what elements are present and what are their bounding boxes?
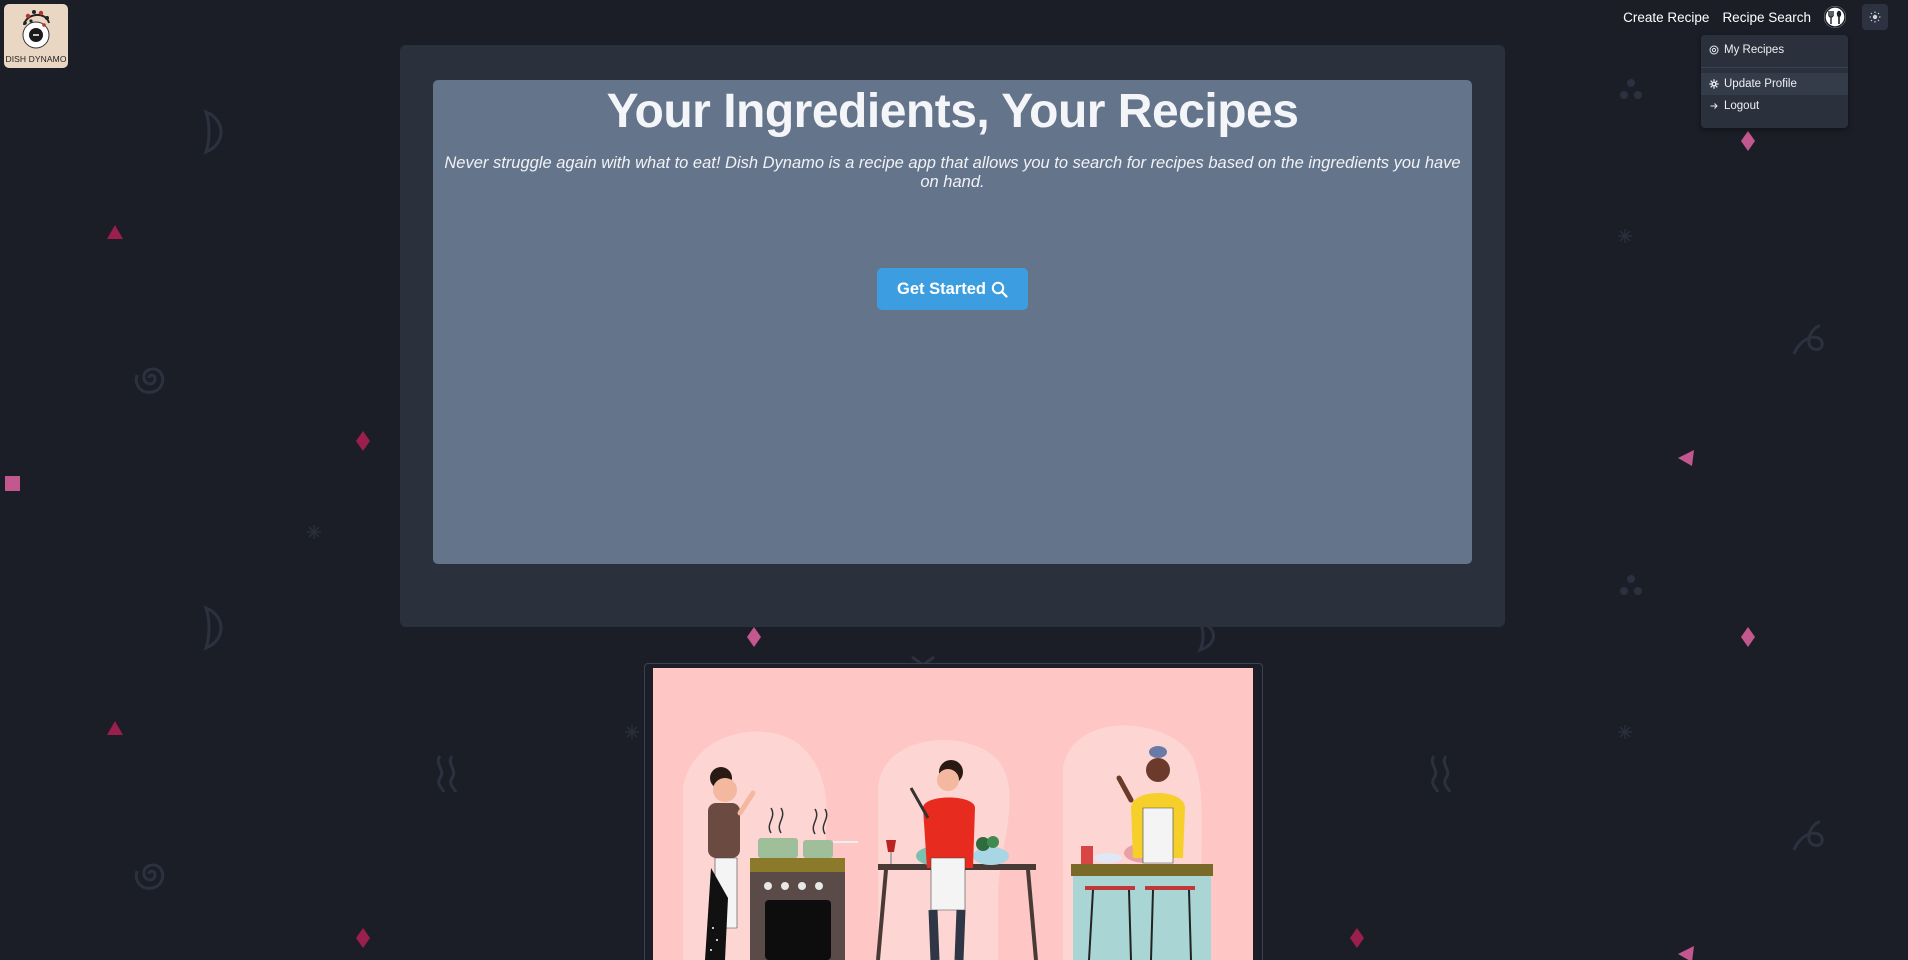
sparkle-decoration <box>1617 724 1633 740</box>
cooking-illustration <box>653 668 1253 960</box>
fork-spoon-icon <box>1824 6 1846 28</box>
triangle-decoration <box>1677 449 1695 467</box>
dots-decoration <box>1618 78 1644 102</box>
sun-icon <box>1869 11 1881 23</box>
user-menu-button[interactable] <box>1824 6 1846 28</box>
menu-item-update-profile[interactable]: Update Profile <box>1701 73 1848 95</box>
logo-emblem-icon <box>22 10 50 49</box>
create-recipe-link[interactable]: Create Recipe <box>1623 10 1709 25</box>
arrow-right-icon <box>1709 101 1719 111</box>
sparkle-decoration <box>624 724 640 740</box>
at-icon <box>1709 45 1719 55</box>
square-decoration <box>5 476 21 492</box>
menu-divider <box>1701 67 1848 68</box>
swirl-decoration <box>1788 814 1828 856</box>
swirl-decoration <box>1788 318 1828 360</box>
menu-item-label: Logout <box>1724 100 1760 112</box>
menu-item-label: My Recipes <box>1724 44 1785 56</box>
get-started-button[interactable]: Get Started <box>877 268 1028 310</box>
hero-subtitle: Never struggle again with what to eat! D… <box>444 154 1461 191</box>
diamond-decoration <box>356 928 370 948</box>
diamond-decoration <box>1741 627 1755 647</box>
search-icon <box>991 281 1008 298</box>
recipe-search-link[interactable]: Recipe Search <box>1722 10 1811 25</box>
swirl-decoration <box>128 853 170 895</box>
get-started-label: Get Started <box>897 279 986 298</box>
wave-decoration <box>432 752 462 794</box>
menu-item-label: Update Profile <box>1724 78 1797 90</box>
diamond-decoration <box>356 431 370 451</box>
triangle-decoration <box>1677 945 1695 960</box>
hero-panel <box>433 80 1472 564</box>
sparkle-decoration <box>306 524 322 540</box>
menu-item-my-recipes[interactable]: My Recipes <box>1701 39 1848 61</box>
app-logo[interactable]: DISH DYNAMO <box>4 4 68 68</box>
dots-decoration <box>1618 574 1644 598</box>
diamond-decoration <box>1350 928 1364 948</box>
diamond-decoration <box>1741 131 1755 151</box>
crescent-decoration <box>200 108 226 156</box>
theme-toggle-button[interactable] <box>1862 4 1888 30</box>
menu-item-logout[interactable]: Logout <box>1701 95 1848 117</box>
top-nav: Create Recipe Recipe Search <box>1623 0 1908 34</box>
triangle-decoration <box>106 224 124 240</box>
diamond-decoration <box>747 627 761 647</box>
gear-icon <box>1709 79 1719 89</box>
crescent-decoration <box>200 604 226 652</box>
logo-text: DISH DYNAMO <box>5 54 67 64</box>
hero-title: Your Ingredients, Your Recipes <box>606 85 1299 138</box>
page: DISH DYNAMO Create Recipe Recipe Search <box>0 0 1908 960</box>
swirl-decoration <box>128 357 170 399</box>
sparkle-decoration <box>1617 228 1633 244</box>
user-dropdown-menu: My Recipes Update Profile Logout <box>1701 35 1848 128</box>
triangle-decoration <box>106 720 124 736</box>
wave-decoration <box>1426 752 1456 794</box>
